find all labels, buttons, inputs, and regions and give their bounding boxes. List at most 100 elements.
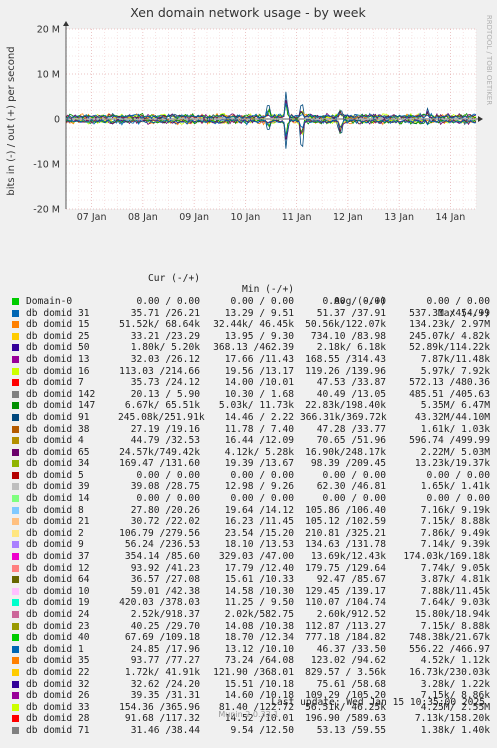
legend-header: Cur (-/+) Min (-/+) Avg (-/+) Max (-/+): [12, 261, 492, 319]
legend-cur: 44.79 /32.53: [130, 435, 200, 447]
legend-max: 7.88k/11.45k: [420, 585, 490, 597]
legend-swatch: [12, 402, 19, 410]
legend-name: db domid 34: [26, 458, 90, 470]
legend-avg: 62.30 /46.81: [316, 481, 386, 493]
legend-name: db domid 26: [26, 690, 90, 702]
legend-name: db domid 40: [26, 632, 90, 644]
legend-min: 0.00 / 0.00: [230, 493, 294, 505]
legend-cur: 420.03 /378.03: [119, 597, 200, 609]
legend-avg: 2.60k/912.52: [316, 609, 386, 620]
legend-swatch: [12, 529, 19, 537]
legend-swatch: [12, 611, 19, 618]
legend-min: 121.90 /368.01: [213, 666, 294, 678]
legend-max: 7.15k/ 8.88k: [420, 620, 490, 632]
legend-min: 10.30 / 1.68: [224, 388, 294, 400]
legend-row: db domid 39 39.08 /28.75 12.98 / 9.26 62.30…: [12, 481, 492, 493]
legend-row: db domid 8 27.80 /20.26 19.64 /14.12 105.86…: [12, 505, 492, 517]
legend-max: 3.87k/ 4.81k: [420, 574, 490, 586]
legend-row: db domid 1 24.85 /17.96 13.12 /10.10 46.37 …: [12, 644, 492, 656]
legend-row: db domid 34 169.47 /131.60 19.39 /13.67 98.…: [12, 458, 492, 470]
legend-avg: 119.26 /139.96: [305, 365, 386, 377]
legend-cur: 24.57k/749.42k: [119, 446, 200, 458]
legend-name: db domid 7: [26, 377, 84, 389]
legend-min: 18.10 /13.53: [224, 539, 294, 551]
legend-swatch: [12, 297, 19, 305]
x-tick-label: 08 Jan: [128, 212, 158, 223]
last-update: Last update: Wed Jan 15 10:35:00 2025: [271, 697, 485, 708]
legend-name: db domid 2: [26, 527, 84, 539]
chart-title: Xen domain network usage - by week: [130, 5, 366, 20]
legend-name: db domid 71: [26, 724, 90, 736]
legend-avg: 179.75 /129.64: [305, 562, 386, 574]
legend-cur: 0.00 / 0.00: [136, 469, 200, 481]
legend-name: db domid 39: [26, 481, 90, 493]
legend-swatch: [12, 367, 19, 375]
munin-graph: { "chart_data": { "type": "line", "title…: [0, 0, 497, 736]
chart-area: Xen domain network usage - by week bits …: [6, 5, 493, 223]
legend-row: db domid 38 27.19 /19.16 11.78 / 7.40 47.28…: [12, 424, 492, 436]
legend-swatch: [12, 622, 19, 630]
legend-max: 7.64k/ 9.03k: [420, 597, 490, 609]
legend-avg: 22.83k/198.40k: [305, 400, 386, 412]
legend-min: 19.39 /13.67: [224, 458, 294, 470]
legend-avg: 168.55 /314.43: [305, 353, 386, 365]
legend-name: db domid 4: [26, 435, 84, 447]
legend-min: 14.00 /10.01: [224, 377, 294, 389]
legend-name: db domid 35: [26, 655, 90, 667]
legend-max: 1.65k/ 1.41k: [420, 481, 490, 493]
legend-max: 572.13 /480.36: [409, 377, 490, 389]
legend-min: 16.44 /12.09: [224, 435, 294, 447]
legend-swatch: [12, 587, 19, 595]
legend-row: db domid 5 0.00 / 0.00 0.00 / 0.00 0.00 / 0…: [12, 470, 492, 482]
legend-avg: 51.37 /37.91: [316, 307, 386, 319]
legend-avg: 2.18k/ 6.18k: [316, 342, 386, 354]
legend-min: 4.12k/ 5.28k: [224, 446, 294, 458]
legend-cur: 24.85 /17.96: [130, 643, 200, 655]
legend-min: 14.58 /10.30: [224, 585, 294, 597]
legend-max: 1.61k/ 1.03k: [420, 423, 490, 435]
legend-min: 9.54 /12.50: [230, 724, 294, 736]
legend-row: db domid 35 93.77 /77.27 73.24 /64.08 123.0…: [12, 655, 492, 667]
legend-name: db domid 13: [26, 353, 90, 365]
legend-max: 7.87k/11.48k: [420, 353, 490, 365]
legend-row: db domid 16 113.03 /214.66 19.56 /13.17 119…: [12, 366, 492, 378]
legend-max: 7.86k/ 9.49k: [420, 527, 490, 539]
legend-min: 13.29 / 9.51: [224, 307, 294, 319]
legend-avg: 134.63 /131.78: [305, 539, 386, 551]
legend-row: db domid 64 36.57 /27.08 15.61 /10.33 92.47…: [12, 574, 492, 586]
legend-min: 16.23 /11.45: [224, 516, 294, 528]
legend-max: 5.97k/ 7.92k: [420, 365, 490, 377]
legend-max: 5.35M/ 6.47M: [420, 400, 490, 412]
legend-avg: 92.47 /85.67: [316, 574, 386, 586]
legend-name: db domid 1: [26, 643, 84, 655]
legend-avg: 47.28 /33.77: [316, 423, 386, 435]
x-tick-label: 11 Jan: [282, 212, 312, 223]
legend-min: 17.66 /11.43: [224, 353, 294, 365]
legend-avg: 0.00 / 0.00: [322, 493, 386, 505]
legend-name: db domid 19: [26, 597, 90, 609]
legend-cur: 6.67k/ 65.51k: [124, 400, 200, 412]
legend-avg: 734.10 /83.98: [310, 330, 386, 342]
legend-avg: 105.86 /106.40: [305, 504, 386, 516]
legend-cur: 354.14 /85.60: [124, 551, 200, 563]
legend-swatch: [12, 564, 19, 572]
legend-max: 7.16k/ 9.19k: [420, 504, 490, 516]
legend-min: 19.64 /14.12: [224, 504, 294, 516]
legend-swatch: [12, 680, 19, 688]
legend-row: db domid 25 33.21 /23.29 13.95 / 9.30 734.1…: [12, 331, 492, 343]
legend-rows: Domain-0 0.00 / 0.00 0.00 / 0.00 0.00 / 0.0…: [12, 296, 492, 737]
x-tick-label: 12 Jan: [333, 212, 363, 223]
legend-cur: 67.69 /109.18: [124, 632, 200, 644]
legend-avg: 40.49 /13.05: [316, 388, 386, 400]
legend-row: db domid 71 31.46 /38.44 9.54 /12.50 53.13 …: [12, 725, 492, 737]
legend-cur: 20.13 / 5.90: [130, 388, 200, 400]
legend-avg: 50.56k/122.07k: [305, 319, 386, 331]
legend-name: db domid 37: [26, 551, 90, 563]
legend-cur: 27.80 /20.26: [130, 504, 200, 516]
legend-cur: 33.21 /23.29: [130, 330, 200, 342]
legend-max: 556.22 /466.97: [409, 643, 490, 655]
legend-swatch: [12, 495, 19, 503]
legend-cur: 30.72 /22.02: [130, 516, 200, 528]
legend-min: 329.03 /47.00: [218, 551, 294, 563]
x-tick-label: 14 Jan: [435, 212, 465, 223]
